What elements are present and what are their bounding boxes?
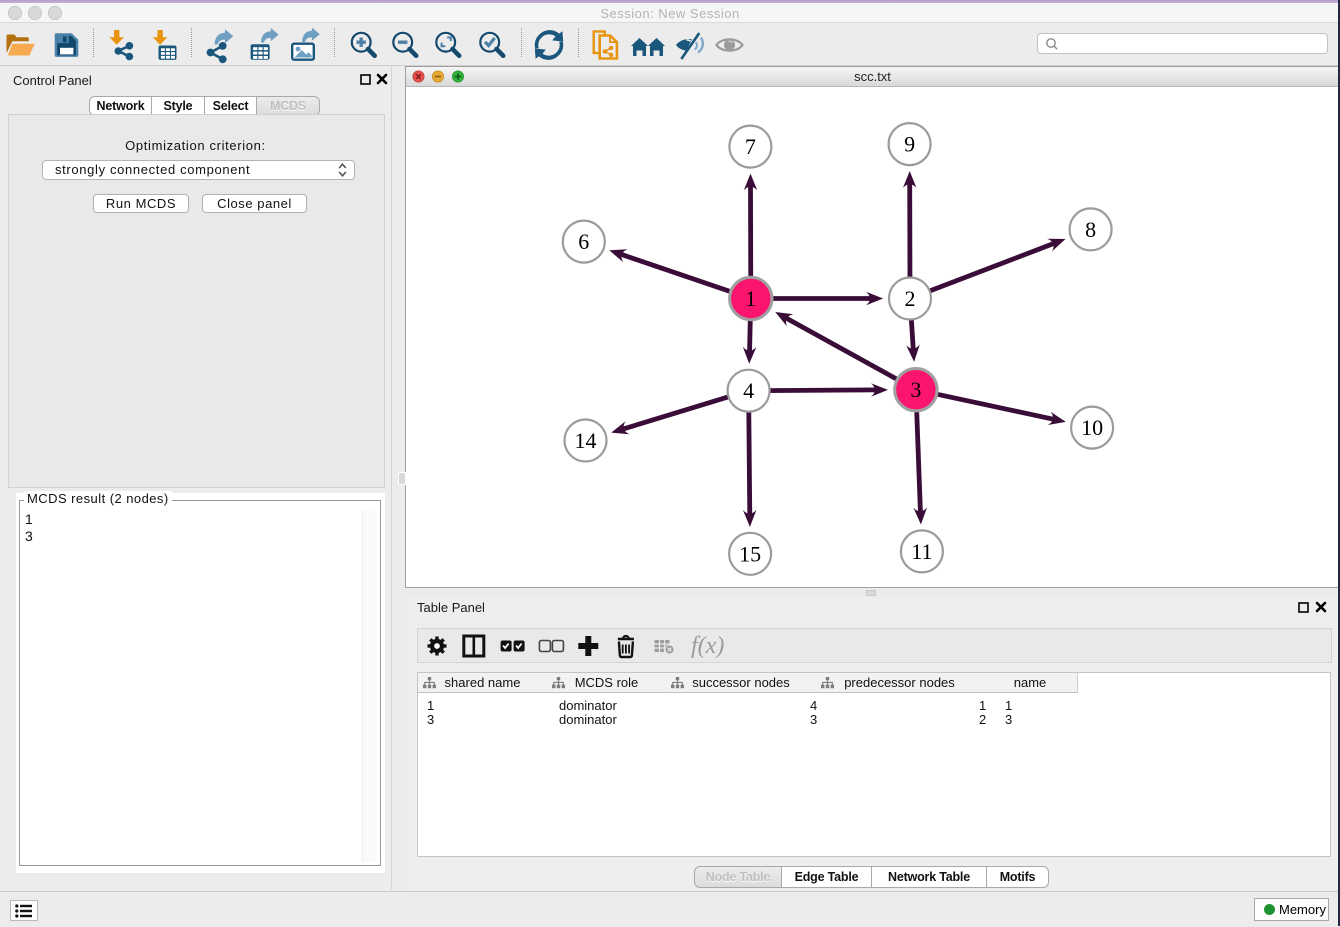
svg-text:11: 11: [911, 539, 932, 564]
svg-text:f(x): f(x): [691, 633, 724, 659]
svg-text:3: 3: [910, 377, 921, 402]
svg-text:10: 10: [1081, 415, 1103, 440]
svg-text:6: 6: [578, 229, 589, 254]
svg-text:4: 4: [743, 378, 754, 403]
svg-text:9: 9: [904, 132, 915, 157]
svg-text:15: 15: [739, 541, 761, 566]
svg-text:1: 1: [745, 286, 756, 311]
svg-text:7: 7: [745, 134, 756, 159]
svg-text:8: 8: [1085, 217, 1096, 242]
svg-text:2: 2: [905, 286, 916, 311]
svg-text:14: 14: [575, 428, 597, 453]
